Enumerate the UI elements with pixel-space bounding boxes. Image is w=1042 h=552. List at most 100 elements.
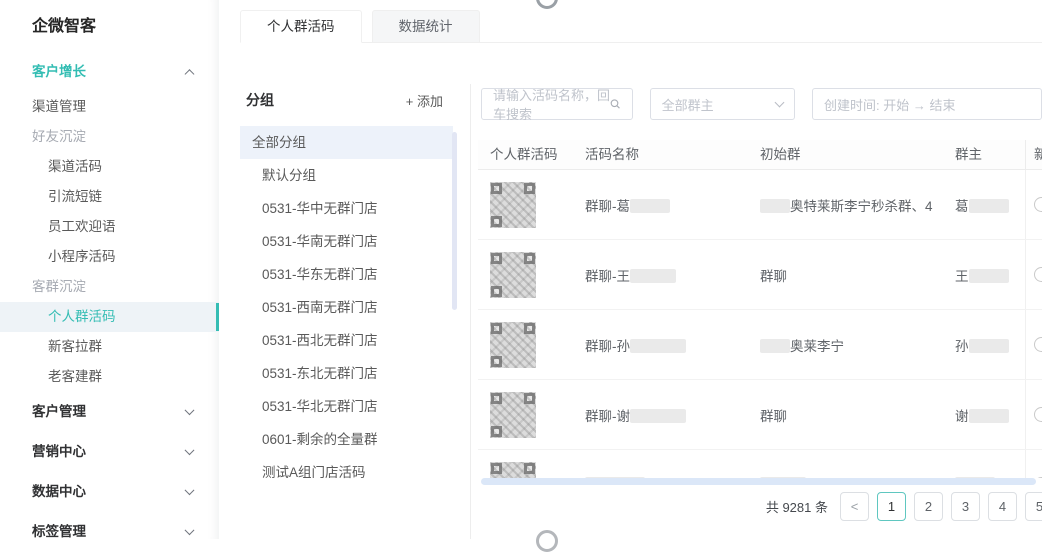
prev-page-button[interactable]: < [840,492,869,521]
initial-group: 群聊 [760,409,787,424]
group-item[interactable]: 测试A组门店活码 [240,456,453,489]
sidebar-group-friend-retention: 好友沉淀 [0,122,219,152]
redacted-text [969,199,1009,213]
group-owner: 孙 [955,339,969,354]
sidebar-section-label: 客户增长 [32,64,86,79]
sidebar-item-old-customer-group[interactable]: 老客建群 [0,362,219,392]
sidebar-section-customer-management[interactable]: 客户管理 [0,392,219,432]
group-item[interactable]: 0531-华南无群门店 [240,225,453,258]
group-panel: 分组 + 添加 全部分组 默认分组 0531-华中无群门店 0531-华南无群门… [240,84,453,539]
redacted-text [630,409,686,423]
group-item[interactable]: 0531-华东无群门店 [240,258,453,291]
column-header-name: 活码名称 [585,140,760,169]
redacted-text [630,339,686,353]
initial-group: 奥莱李宁 [790,339,844,354]
horizontal-scrollbar[interactable] [481,478,1036,485]
owner-filter-value: 全部群主 [662,95,714,114]
table-row: 群聊-王 群聊 王 [478,240,1042,310]
tab-data-statistics[interactable]: 数据统计 [372,10,480,43]
search-input[interactable]: 请输入活码名称，回车搜索 [481,88,633,120]
chevron-down-icon [185,445,195,455]
toggle-switch[interactable] [1034,407,1042,422]
column-header-qr: 个人群活码 [478,140,585,169]
group-item[interactable]: 0531-东北无群门店 [240,357,453,390]
date-range-label: 创建时间: 开始 → 结束 [824,95,955,114]
toggle-switch[interactable] [1034,337,1042,352]
redacted-text [969,409,1009,423]
initial-group: 奥特莱斯李宁秒杀群、4 [790,199,933,214]
total-count-label: 共 9281 条 [766,497,828,516]
table-row [478,450,1042,478]
panel-divider [470,84,471,539]
group-item[interactable]: 0531-西南无群门店 [240,291,453,324]
toggle-switch[interactable] [1034,197,1042,212]
page-button-3[interactable]: 3 [951,492,980,521]
content-tabbar: 个人群活码 数据统计 [240,10,1042,43]
sidebar-section-customer-growth[interactable]: 客户增长 [0,52,219,92]
live-code-table: 个人群活码 活码名称 初始群 群主 新 群聊-葛 奥特莱斯李宁秒杀群、4 葛 群… [478,140,1042,478]
group-item-all[interactable]: 全部分组 [240,126,453,159]
sidebar-item-traffic-short-link[interactable]: 引流短链 [0,182,219,212]
date-range-picker[interactable]: 创建时间: 开始 → 结束 [812,88,1042,120]
toggle-switch[interactable] [1034,267,1042,282]
chevron-down-icon [185,405,195,415]
column-header-owner: 群主 [955,140,1025,169]
tab-personal-group-live-code[interactable]: 个人群活码 [240,10,362,43]
group-owner: 谢 [955,409,969,424]
sidebar-section-label: 客户管理 [32,404,86,419]
page-button-2[interactable]: 2 [914,492,943,521]
group-item-default[interactable]: 默认分组 [240,159,453,192]
chevron-down-icon [185,485,195,495]
qr-code-thumbnail [490,392,536,438]
group-item[interactable]: 0601-剩余的全量群 [240,423,453,456]
sidebar-item-label: 个人群活码 [48,309,116,324]
search-icon [610,97,621,111]
scroll-ring-bottom [536,530,558,552]
redacted-text [630,199,670,213]
sidebar-section-marketing-center[interactable]: 营销中心 [0,432,219,472]
scroll-ring-top [536,0,558,9]
page-button-4[interactable]: 4 [988,492,1017,521]
sidebar-item-miniprogram-live-code[interactable]: 小程序活码 [0,242,219,272]
live-code-name: 群聊-谢 [585,409,630,424]
group-item[interactable]: 0531-华北无群门店 [240,390,453,423]
redacted-text [969,339,1009,353]
chevron-up-icon [185,69,195,79]
sidebar-item-channel-management[interactable]: 渠道管理 [0,92,219,122]
owner-filter-select[interactable]: 全部群主 [650,88,795,120]
page-button-1[interactable]: 1 [877,492,906,521]
qr-code-thumbnail [490,252,536,298]
initial-group: 群聊 [760,269,787,284]
chevron-down-icon [775,97,785,107]
group-panel-header: 分组 + 添加 [240,84,453,126]
pagination: 共 9281 条 < 1 2 3 4 5 [766,492,1042,521]
sidebar-section-label: 标签管理 [32,524,86,539]
toggle-switch[interactable] [1034,477,1042,478]
group-panel-title: 分组 [246,90,274,110]
column-header-initial-group: 初始群 [760,140,955,169]
page-button-5[interactable]: 5 [1025,492,1042,521]
table-row: 群聊-孙 奥莱李宁 孙 [478,310,1042,380]
table-header-row: 个人群活码 活码名称 初始群 群主 新 [478,140,1042,170]
sidebar-item-personal-group-live-code[interactable]: 个人群活码 [0,302,219,332]
sidebar-section-tag-management[interactable]: 标签管理 [0,512,219,552]
sidebar-item-staff-welcome[interactable]: 员工欢迎语 [0,212,219,242]
add-group-button[interactable]: + 添加 [406,91,443,110]
group-list-scrollbar[interactable] [452,132,457,310]
redacted-text [969,269,1009,283]
sidebar-section-label: 营销中心 [32,444,86,459]
redacted-text [760,199,790,213]
filter-bar: 请输入活码名称，回车搜索 全部群主 创建时间: 开始 → 结束 [481,88,1042,120]
sidebar-item-new-customer-group[interactable]: 新客拉群 [0,332,219,362]
sidebar-section-data-center[interactable]: 数据中心 [0,472,219,512]
chevron-down-icon [185,525,195,535]
redacted-text [630,269,676,283]
app-title: 企微智客 [0,8,219,52]
qr-code-thumbnail [490,182,536,228]
sidebar-section-label: 数据中心 [32,484,86,499]
sidebar-item-channel-live-code[interactable]: 渠道活码 [0,152,219,182]
active-indicator-bar [216,303,219,331]
qr-code-thumbnail [490,322,536,368]
group-item[interactable]: 0531-西北无群门店 [240,324,453,357]
group-item[interactable]: 0531-华中无群门店 [240,192,453,225]
